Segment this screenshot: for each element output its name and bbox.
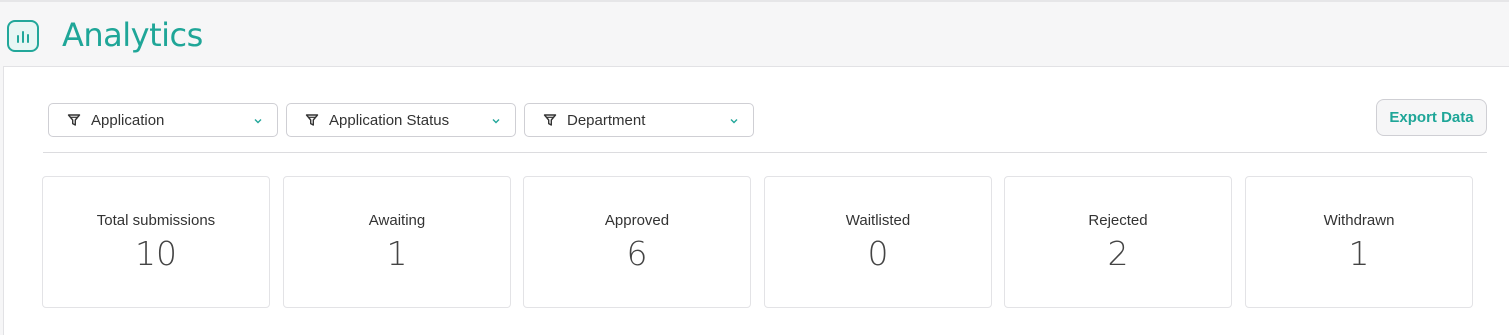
funnel-icon	[543, 114, 557, 126]
stat-card-rejected: Rejected 2	[1004, 176, 1232, 308]
stat-value: 10	[135, 234, 177, 273]
application-status-filter[interactable]: Application Status	[286, 103, 516, 137]
divider	[43, 152, 1487, 153]
stat-label: Waitlisted	[845, 212, 911, 229]
filter-label: Department	[567, 112, 646, 129]
stat-value: 1	[1348, 234, 1370, 273]
page-title: Analytics	[62, 16, 203, 54]
stat-card-awaiting: Awaiting 1	[283, 176, 511, 308]
stat-label: Rejected	[1088, 212, 1148, 229]
stat-card-total-submissions: Total submissions 10	[42, 176, 270, 308]
funnel-icon	[305, 114, 319, 126]
stat-label: Approved	[604, 212, 670, 229]
stat-value: 2	[1107, 234, 1129, 273]
filter-label: Application	[91, 112, 165, 129]
chevron-down-icon	[730, 119, 738, 124]
stat-label: Total submissions	[96, 212, 216, 229]
stat-value: 1	[386, 234, 408, 273]
chevron-down-icon	[254, 119, 262, 124]
filter-label: Application Status	[329, 112, 450, 129]
stat-value: 6	[626, 234, 648, 273]
bar-chart-icon	[7, 20, 39, 52]
stat-card-waitlisted: Waitlisted 0	[764, 176, 992, 308]
stat-value: 0	[867, 234, 889, 273]
funnel-icon	[67, 114, 81, 126]
stat-card-approved: Approved 6	[523, 176, 751, 308]
department-filter[interactable]: Department	[524, 103, 754, 137]
chevron-down-icon	[492, 119, 500, 124]
stat-label: Withdrawn	[1323, 212, 1395, 229]
stat-card-withdrawn: Withdrawn 1	[1245, 176, 1473, 308]
application-filter[interactable]: Application	[48, 103, 278, 137]
stat-label: Awaiting	[368, 212, 426, 229]
export-data-button[interactable]: Export Data	[1376, 99, 1487, 136]
page-header: Analytics	[0, 2, 1509, 67]
